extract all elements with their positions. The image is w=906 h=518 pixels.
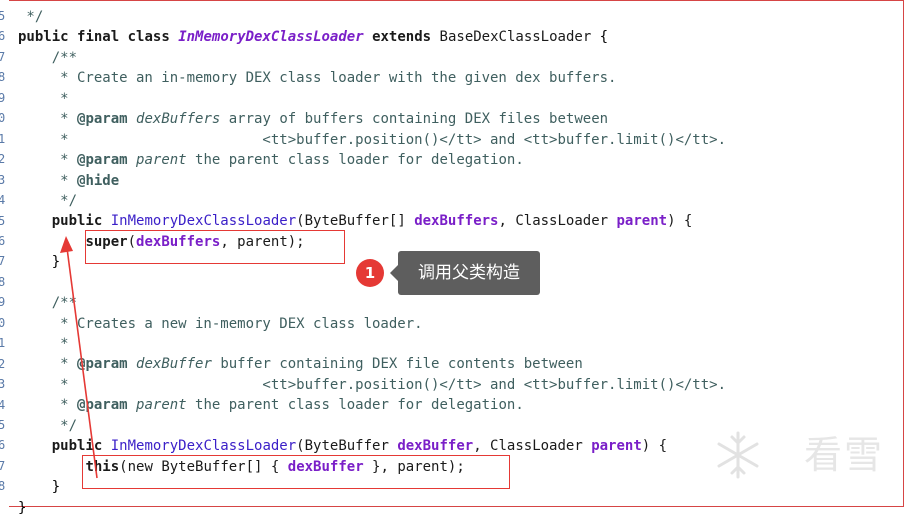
arrow-head [60, 236, 73, 253]
arrow-line [66, 247, 98, 479]
annotation-tooltip: 调用父类构造 [390, 251, 540, 295]
step-number-badge: 1 [356, 259, 384, 287]
kanxue-logo-icon [717, 431, 759, 479]
watermark-text: 看雪 [803, 433, 884, 477]
